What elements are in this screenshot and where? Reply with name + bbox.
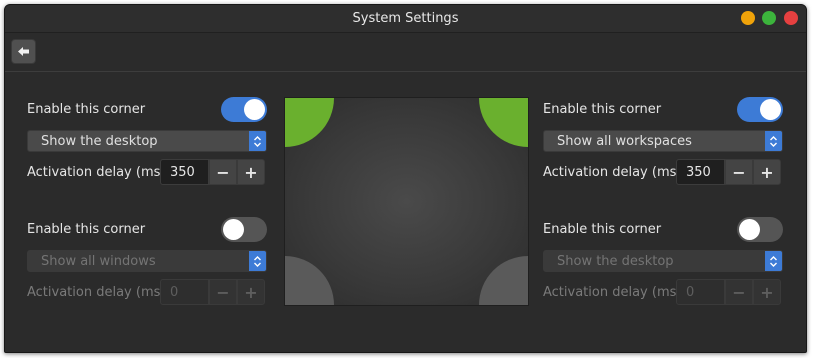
delay-input[interactable]: 0 — [160, 279, 209, 305]
close-button[interactable] — [784, 11, 798, 25]
back-button[interactable] — [11, 39, 36, 64]
increment-button[interactable]: + — [753, 159, 781, 185]
toggle-knob — [739, 219, 760, 240]
window-title: System Settings — [352, 11, 459, 26]
activation-delay-label-top-left: Activation delay (ms) — [27, 165, 166, 180]
settings-window: System Settings Enable this corner Show … — [4, 4, 807, 353]
activation-delay-spinner-bottom-right: 0 − + — [676, 279, 782, 305]
corner-indicator-top-left — [285, 98, 334, 147]
activation-delay-spinner-top-right: 350 − + — [676, 159, 782, 185]
enable-corner-label-bottom-left: Enable this corner — [27, 222, 146, 237]
corner-indicator-bottom-right — [479, 256, 528, 305]
hot-corners-preview — [284, 97, 529, 306]
select-value: Show all workspaces — [557, 134, 692, 149]
corner-action-select-bottom-right[interactable]: Show the desktop — [543, 250, 783, 272]
updown-chevron-icon — [249, 251, 266, 271]
maximize-button[interactable] — [762, 11, 776, 25]
increment-button[interactable]: + — [237, 279, 265, 305]
select-value: Show all windows — [41, 254, 156, 269]
delay-input[interactable]: 350 — [676, 159, 725, 185]
decrement-button[interactable]: − — [725, 159, 753, 185]
minimize-button[interactable] — [741, 11, 755, 25]
enable-corner-toggle-bottom-right[interactable] — [737, 217, 783, 242]
select-value: Show the desktop — [557, 254, 674, 269]
corner-action-select-top-right[interactable]: Show all workspaces — [543, 130, 783, 152]
activation-delay-label-bottom-left: Activation delay (ms) — [27, 285, 166, 300]
back-arrow-icon — [17, 47, 29, 56]
toggle-knob — [244, 99, 265, 120]
updown-chevron-icon — [249, 131, 266, 151]
enable-corner-toggle-bottom-left[interactable] — [221, 217, 267, 242]
decrement-button[interactable]: − — [209, 279, 237, 305]
enable-corner-toggle-top-right[interactable] — [737, 97, 783, 122]
toggle-knob — [760, 99, 781, 120]
enable-corner-label-top-right: Enable this corner — [543, 102, 662, 117]
activation-delay-label-top-right: Activation delay (ms) — [543, 165, 682, 180]
increment-button[interactable]: + — [753, 279, 781, 305]
activation-delay-label-bottom-right: Activation delay (ms) — [543, 285, 682, 300]
increment-button[interactable]: + — [237, 159, 265, 185]
select-value: Show the desktop — [41, 134, 158, 149]
delay-input[interactable]: 0 — [676, 279, 725, 305]
decrement-button[interactable]: − — [725, 279, 753, 305]
delay-input[interactable]: 350 — [160, 159, 209, 185]
activation-delay-spinner-bottom-left: 0 − + — [160, 279, 266, 305]
corner-indicator-bottom-left — [285, 256, 334, 305]
updown-chevron-icon — [765, 251, 782, 271]
corner-action-select-bottom-left[interactable]: Show all windows — [27, 250, 267, 272]
activation-delay-spinner-top-left: 350 − + — [160, 159, 266, 185]
toggle-knob — [223, 219, 244, 240]
corner-action-select-top-left[interactable]: Show the desktop — [27, 130, 267, 152]
enable-corner-label-top-left: Enable this corner — [27, 102, 146, 117]
corner-indicator-top-right — [479, 98, 528, 147]
decrement-button[interactable]: − — [209, 159, 237, 185]
title-bar[interactable]: System Settings — [5, 5, 806, 33]
enable-corner-toggle-top-left[interactable] — [221, 97, 267, 122]
enable-corner-label-bottom-right: Enable this corner — [543, 222, 662, 237]
toolbar — [5, 33, 806, 72]
updown-chevron-icon — [765, 131, 782, 151]
